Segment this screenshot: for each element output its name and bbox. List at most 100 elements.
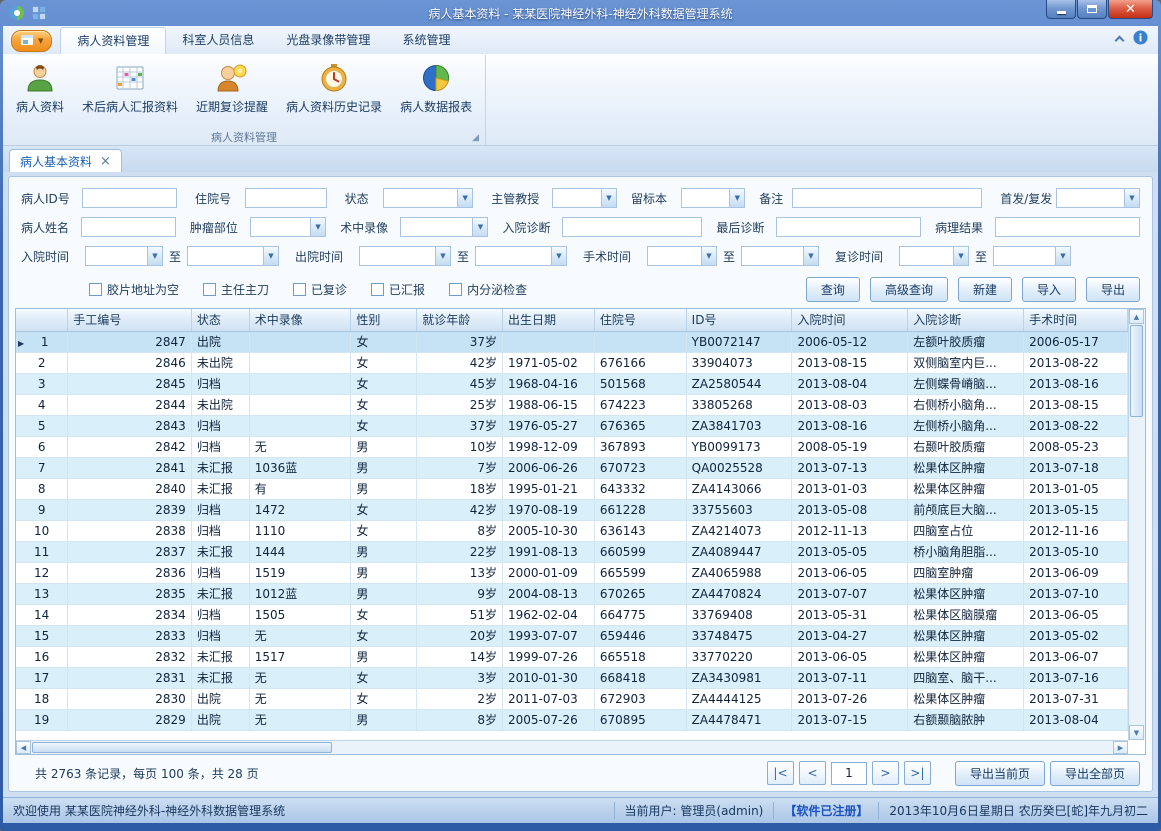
table-cell[interactable]: 四脑室肿瘤 (908, 562, 1024, 583)
table-cell[interactable]: 18岁 (417, 478, 503, 499)
table-row[interactable]: 82840未汇报有男18岁1995-01-21643332ZA414306620… (16, 478, 1128, 499)
table-cell[interactable]: 2013-05-15 (1024, 499, 1128, 520)
table-cell[interactable]: 1519 (249, 562, 351, 583)
scroll-left-icon[interactable]: ◀ (16, 741, 31, 754)
table-cell[interactable]: 2829 (68, 709, 192, 730)
table-cell[interactable]: 2843 (68, 415, 192, 436)
table-cell[interactable]: 2847 (68, 331, 192, 352)
table-cell[interactable]: 672903 (594, 688, 686, 709)
table-cell[interactable]: 2000-01-09 (503, 562, 595, 583)
table-cell[interactable]: 1991-08-13 (503, 541, 595, 562)
table-row[interactable]: 92839归档1472女42岁1970-08-19661228337556032… (16, 499, 1128, 520)
table-row[interactable]: 72841未汇报1036蓝男7岁2006-06-26670723QA002552… (16, 457, 1128, 478)
column-header[interactable]: 手术时间 (1024, 309, 1128, 331)
table-cell[interactable]: 2013-08-22 (1024, 415, 1128, 436)
table-cell[interactable]: 661228 (594, 499, 686, 520)
table-cell[interactable]: 1998-12-09 (503, 436, 595, 457)
table-cell[interactable]: 33805268 (686, 394, 792, 415)
row-number-cell[interactable]: 10 (16, 520, 68, 541)
table-cell[interactable]: 2013-08-04 (1024, 709, 1128, 730)
table-cell[interactable]: ZA4214073 (686, 520, 792, 541)
vertical-scroll-thumb[interactable] (1130, 325, 1143, 417)
column-header[interactable]: 入院诊断 (908, 309, 1024, 331)
table-cell[interactable]: 2005-07-26 (503, 709, 595, 730)
table-cell[interactable]: 无 (249, 709, 351, 730)
table-cell[interactable] (249, 394, 351, 415)
table-cell[interactable]: 670265 (594, 583, 686, 604)
pathology-input[interactable] (995, 217, 1140, 237)
table-cell[interactable]: 20岁 (417, 625, 503, 646)
ribbon-button-revisit-reminder[interactable]: 近期复诊提醒 (187, 57, 277, 117)
info-icon[interactable]: i (1133, 30, 1148, 48)
table-cell[interactable]: 2013-08-04 (792, 373, 908, 394)
table-cell[interactable] (249, 352, 351, 373)
table-cell[interactable]: 3岁 (417, 667, 503, 688)
table-cell[interactable]: 643332 (594, 478, 686, 499)
table-cell[interactable]: 左额叶胶质瘤 (908, 331, 1024, 352)
table-cell[interactable]: 676166 (594, 352, 686, 373)
table-cell[interactable]: 未汇报 (191, 541, 249, 562)
table-cell[interactable]: 2012-11-16 (1024, 520, 1128, 541)
column-header[interactable]: 术中录像 (249, 309, 351, 331)
table-cell[interactable]: 668418 (594, 667, 686, 688)
surgery-time-from-select[interactable]: ▼ (647, 246, 717, 266)
discharge-time-to-select[interactable]: ▼ (475, 246, 567, 266)
table-cell[interactable]: 2013-05-02 (1024, 625, 1128, 646)
table-cell[interactable]: 右颞叶胶质瘤 (908, 436, 1024, 457)
table-cell[interactable]: 女 (351, 373, 417, 394)
table-cell[interactable]: 2013-05-31 (792, 604, 908, 625)
table-cell[interactable]: ZA2580544 (686, 373, 792, 394)
table-cell[interactable]: 2833 (68, 625, 192, 646)
table-cell[interactable]: 未汇报 (191, 646, 249, 667)
table-cell[interactable]: 665518 (594, 646, 686, 667)
table-cell[interactable]: 女 (351, 331, 417, 352)
table-cell[interactable]: 2835 (68, 583, 192, 604)
table-cell[interactable]: 2013-07-16 (1024, 667, 1128, 688)
table-row[interactable]: 182830出院无女2岁2011-07-03672903ZA4444125201… (16, 688, 1128, 709)
quick-access-grid-icon[interactable] (30, 5, 47, 22)
table-cell[interactable]: 2834 (68, 604, 192, 625)
column-header[interactable]: 出生日期 (503, 309, 595, 331)
table-cell[interactable]: 1444 (249, 541, 351, 562)
status-registered[interactable]: 【软件已注册】 (773, 802, 868, 819)
table-cell[interactable]: 2840 (68, 478, 192, 499)
checkbox-film-address-empty[interactable]: 胶片地址为空 (89, 281, 179, 298)
table-cell[interactable]: 右额颞脑脓肿 (908, 709, 1024, 730)
checkbox-box[interactable] (449, 283, 462, 296)
table-cell[interactable]: 归档 (191, 373, 249, 394)
remark-input[interactable] (792, 188, 982, 208)
table-cell[interactable]: 2011-07-03 (503, 688, 595, 709)
table-cell[interactable]: 2839 (68, 499, 192, 520)
table-cell[interactable]: 670895 (594, 709, 686, 730)
checkbox-box[interactable] (203, 283, 216, 296)
table-cell[interactable]: 2013-05-10 (1024, 541, 1128, 562)
table-row[interactable]: 122836归档1519男13岁2000-01-09665599ZA406598… (16, 562, 1128, 583)
table-cell[interactable]: 右侧桥小脑角... (908, 394, 1024, 415)
table-cell[interactable]: 1970-08-19 (503, 499, 595, 520)
table-cell[interactable]: 7岁 (417, 457, 503, 478)
close-button[interactable]: ✕ (1108, 0, 1153, 19)
maximize-button[interactable] (1077, 0, 1107, 19)
table-cell[interactable]: 男 (351, 583, 417, 604)
table-cell[interactable]: 2013-01-03 (792, 478, 908, 499)
table-cell[interactable]: 2013-05-05 (792, 541, 908, 562)
table-cell[interactable]: 女 (351, 604, 417, 625)
table-cell[interactable]: 前颅底巨大脑... (908, 499, 1024, 520)
table-cell[interactable]: 2846 (68, 352, 192, 373)
final-diag-input[interactable] (776, 217, 921, 237)
table-cell[interactable]: 男 (351, 709, 417, 730)
table-cell[interactable]: 松果体区肿瘤 (908, 646, 1024, 667)
table-cell[interactable]: 2832 (68, 646, 192, 667)
table-cell[interactable]: 1036蓝 (249, 457, 351, 478)
table-cell[interactable]: 2013-07-13 (792, 457, 908, 478)
table-cell[interactable]: 女 (351, 688, 417, 709)
app-menu-button[interactable]: ▼ (11, 30, 52, 52)
table-cell[interactable]: 37岁 (417, 331, 503, 352)
row-number-cell[interactable]: 16 (16, 646, 68, 667)
table-cell[interactable]: 1995-01-21 (503, 478, 595, 499)
table-row[interactable]: 62842归档无男10岁1998-12-09367893YB0099173200… (16, 436, 1128, 457)
surgery-time-to-select[interactable]: ▼ (741, 246, 819, 266)
table-cell[interactable]: QA0025528 (686, 457, 792, 478)
column-header[interactable]: 就诊年龄 (417, 309, 503, 331)
first-page-button[interactable]: |< (767, 761, 794, 785)
